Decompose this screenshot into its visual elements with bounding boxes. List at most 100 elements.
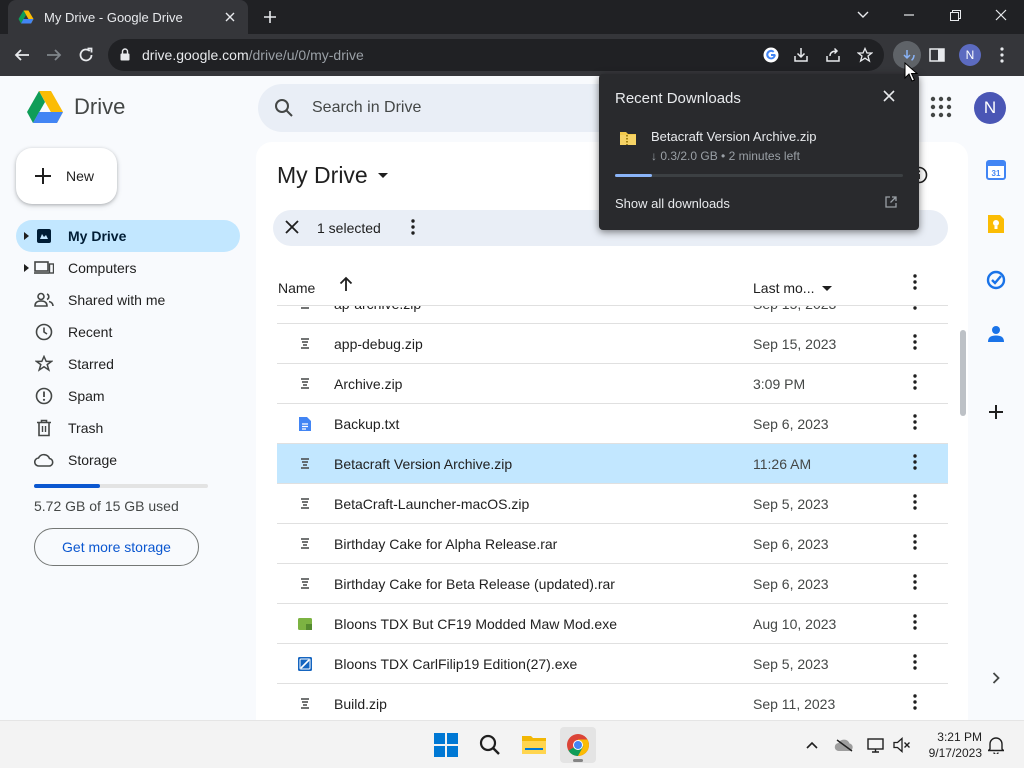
file-row[interactable]: ap-archive.zip Sep 15, 2023	[277, 306, 948, 324]
file-explorer-button[interactable]	[516, 727, 552, 763]
zip-file-icon	[297, 496, 313, 512]
caret-down-icon	[377, 173, 388, 178]
onedrive-icon[interactable]	[834, 735, 854, 755]
google-apps-icon[interactable]	[930, 96, 952, 118]
file-row[interactable]: Build.zip Sep 11, 2023	[277, 684, 948, 720]
file-row[interactable]: Betacraft Version Archive.zip 11:26 AM	[277, 444, 948, 484]
taskbar-search-button[interactable]	[472, 727, 508, 763]
restore-button[interactable]	[932, 0, 978, 30]
file-row[interactable]: Bloons TDX CarlFilip19 Edition(27).exe Se…	[277, 644, 948, 684]
file-row[interactable]: Birthday Cake for Beta Release (updated)…	[277, 564, 948, 604]
column-header-last-modified-label: Last mo...	[753, 280, 815, 296]
share-icon[interactable]	[822, 45, 844, 65]
network-icon[interactable]	[866, 735, 886, 755]
taskbar-clock[interactable]: 3:21 PM 9/17/2023	[920, 729, 982, 761]
get-more-storage-button[interactable]: Get more storage	[34, 528, 199, 566]
file-explorer-icon	[522, 736, 546, 754]
row-more-actions-icon[interactable]	[913, 374, 917, 390]
profile-button[interactable]: N	[956, 41, 984, 69]
sidebar-item-starred[interactable]: Starred	[16, 348, 240, 380]
expand-panel-chevron-icon[interactable]	[980, 662, 1012, 694]
tab-search-chevron-icon[interactable]	[840, 0, 886, 30]
forward-button[interactable]	[40, 41, 68, 69]
sidebar-item-trash[interactable]: Trash	[16, 412, 240, 444]
downloads-popup-title: Recent Downloads	[615, 90, 741, 107]
storage-progress-bar	[34, 484, 208, 488]
row-more-actions-icon[interactable]	[913, 534, 917, 550]
drive-logo[interactable]: Drive	[26, 90, 125, 124]
lock-icon[interactable]	[120, 48, 130, 61]
browser-menu-icon[interactable]	[988, 41, 1016, 69]
row-more-actions-icon[interactable]	[913, 454, 917, 470]
sidebar-item-spam[interactable]: Spam	[16, 380, 240, 412]
show-hidden-icons-chevron-icon[interactable]	[802, 735, 822, 755]
file-row[interactable]: app-debug.zip Sep 15, 2023	[277, 324, 948, 364]
row-more-actions-icon[interactable]	[913, 306, 917, 310]
file-row[interactable]: Backup.txt Sep 6, 2023	[277, 404, 948, 444]
search-icon[interactable]	[274, 98, 294, 118]
row-more-actions-icon[interactable]	[913, 654, 917, 670]
file-row[interactable]: Archive.zip 3:09 PM	[277, 364, 948, 404]
sidebar-item-recent[interactable]: Recent	[16, 316, 240, 348]
file-modified-date: Sep 6, 2023	[753, 416, 829, 432]
row-more-actions-icon[interactable]	[913, 414, 917, 430]
drive-favicon-icon	[18, 9, 34, 25]
volume-muted-icon[interactable]	[892, 735, 912, 755]
google-lens-icon[interactable]	[760, 45, 782, 65]
file-list-scrollbar[interactable]	[960, 330, 966, 416]
url-text: drive.google.com/drive/u/0/my-drive	[142, 47, 364, 63]
my-drive-icon	[34, 226, 54, 246]
calendar-icon[interactable]: 31	[980, 154, 1012, 186]
start-button[interactable]	[428, 727, 464, 763]
close-downloads-icon[interactable]	[883, 90, 895, 102]
column-options-icon[interactable]	[913, 274, 917, 290]
new-tab-button[interactable]	[260, 7, 280, 27]
sidebar-item-my-drive[interactable]: My Drive	[16, 220, 240, 252]
sort-arrow-up-icon[interactable]	[339, 276, 353, 292]
notifications-bell-icon[interactable]	[986, 735, 1006, 755]
add-addon-icon[interactable]	[980, 396, 1012, 428]
row-more-actions-icon[interactable]	[913, 694, 917, 710]
download-item[interactable]: Betacraft Version Archive.zip ↓ 0.3/2.0 …	[611, 124, 907, 177]
row-more-actions-icon[interactable]	[913, 614, 917, 630]
caret-right-icon[interactable]	[24, 264, 29, 272]
side-panel-icon[interactable]	[923, 41, 951, 69]
install-app-icon[interactable]	[790, 45, 812, 65]
address-bar[interactable]: drive.google.com/drive/u/0/my-drive	[108, 39, 884, 71]
account-avatar[interactable]: N	[974, 92, 1006, 124]
column-header-last-modified[interactable]: Last mo...	[753, 280, 833, 296]
chrome-taskbar-button[interactable]	[560, 727, 596, 763]
page-title[interactable]: My Drive	[277, 162, 388, 189]
file-modified-date: Sep 15, 2023	[753, 306, 836, 312]
browser-tab[interactable]: My Drive - Google Drive	[8, 0, 248, 34]
close-window-button[interactable]	[978, 0, 1024, 30]
column-header-name[interactable]: Name	[278, 280, 315, 296]
sidebar-item-computers[interactable]: Computers	[16, 252, 240, 284]
file-row[interactable]: Birthday Cake for Alpha Release.rar Sep 6…	[277, 524, 948, 564]
open-external-icon[interactable]	[885, 196, 897, 208]
bookmark-star-icon[interactable]	[854, 45, 876, 65]
reload-button[interactable]	[72, 41, 100, 69]
show-all-downloads-link[interactable]: Show all downloads	[615, 196, 730, 211]
file-row[interactable]: BetaCraft-Launcher-macOS.zip Sep 5, 2023	[277, 484, 948, 524]
row-more-actions-icon[interactable]	[913, 334, 917, 350]
search-bar[interactable]: Search in Drive	[258, 84, 638, 132]
contacts-icon[interactable]	[980, 318, 1012, 350]
row-more-actions-icon[interactable]	[913, 494, 917, 510]
keep-icon[interactable]	[980, 208, 1012, 240]
selection-more-actions-icon[interactable]	[411, 219, 415, 235]
minimize-button[interactable]	[886, 0, 932, 30]
new-button[interactable]: New	[16, 148, 117, 204]
file-modified-date: Aug 10, 2023	[753, 616, 837, 632]
clear-selection-icon[interactable]	[285, 220, 299, 234]
caret-right-icon[interactable]	[24, 232, 29, 240]
file-row[interactable]: Bloons TDX But CF19 Modded Maw Mod.exe Au…	[277, 604, 948, 644]
page-title-text: My Drive	[277, 162, 368, 188]
sidebar-item-shared-with-me[interactable]: Shared with me	[16, 284, 240, 316]
tasks-icon[interactable]	[980, 264, 1012, 296]
back-button[interactable]	[8, 41, 36, 69]
sidebar-item-storage[interactable]: Storage	[16, 444, 240, 476]
tab-close-icon[interactable]	[222, 9, 238, 25]
row-more-actions-icon[interactable]	[913, 574, 917, 590]
search-input[interactable]: Search in Drive	[312, 99, 421, 117]
